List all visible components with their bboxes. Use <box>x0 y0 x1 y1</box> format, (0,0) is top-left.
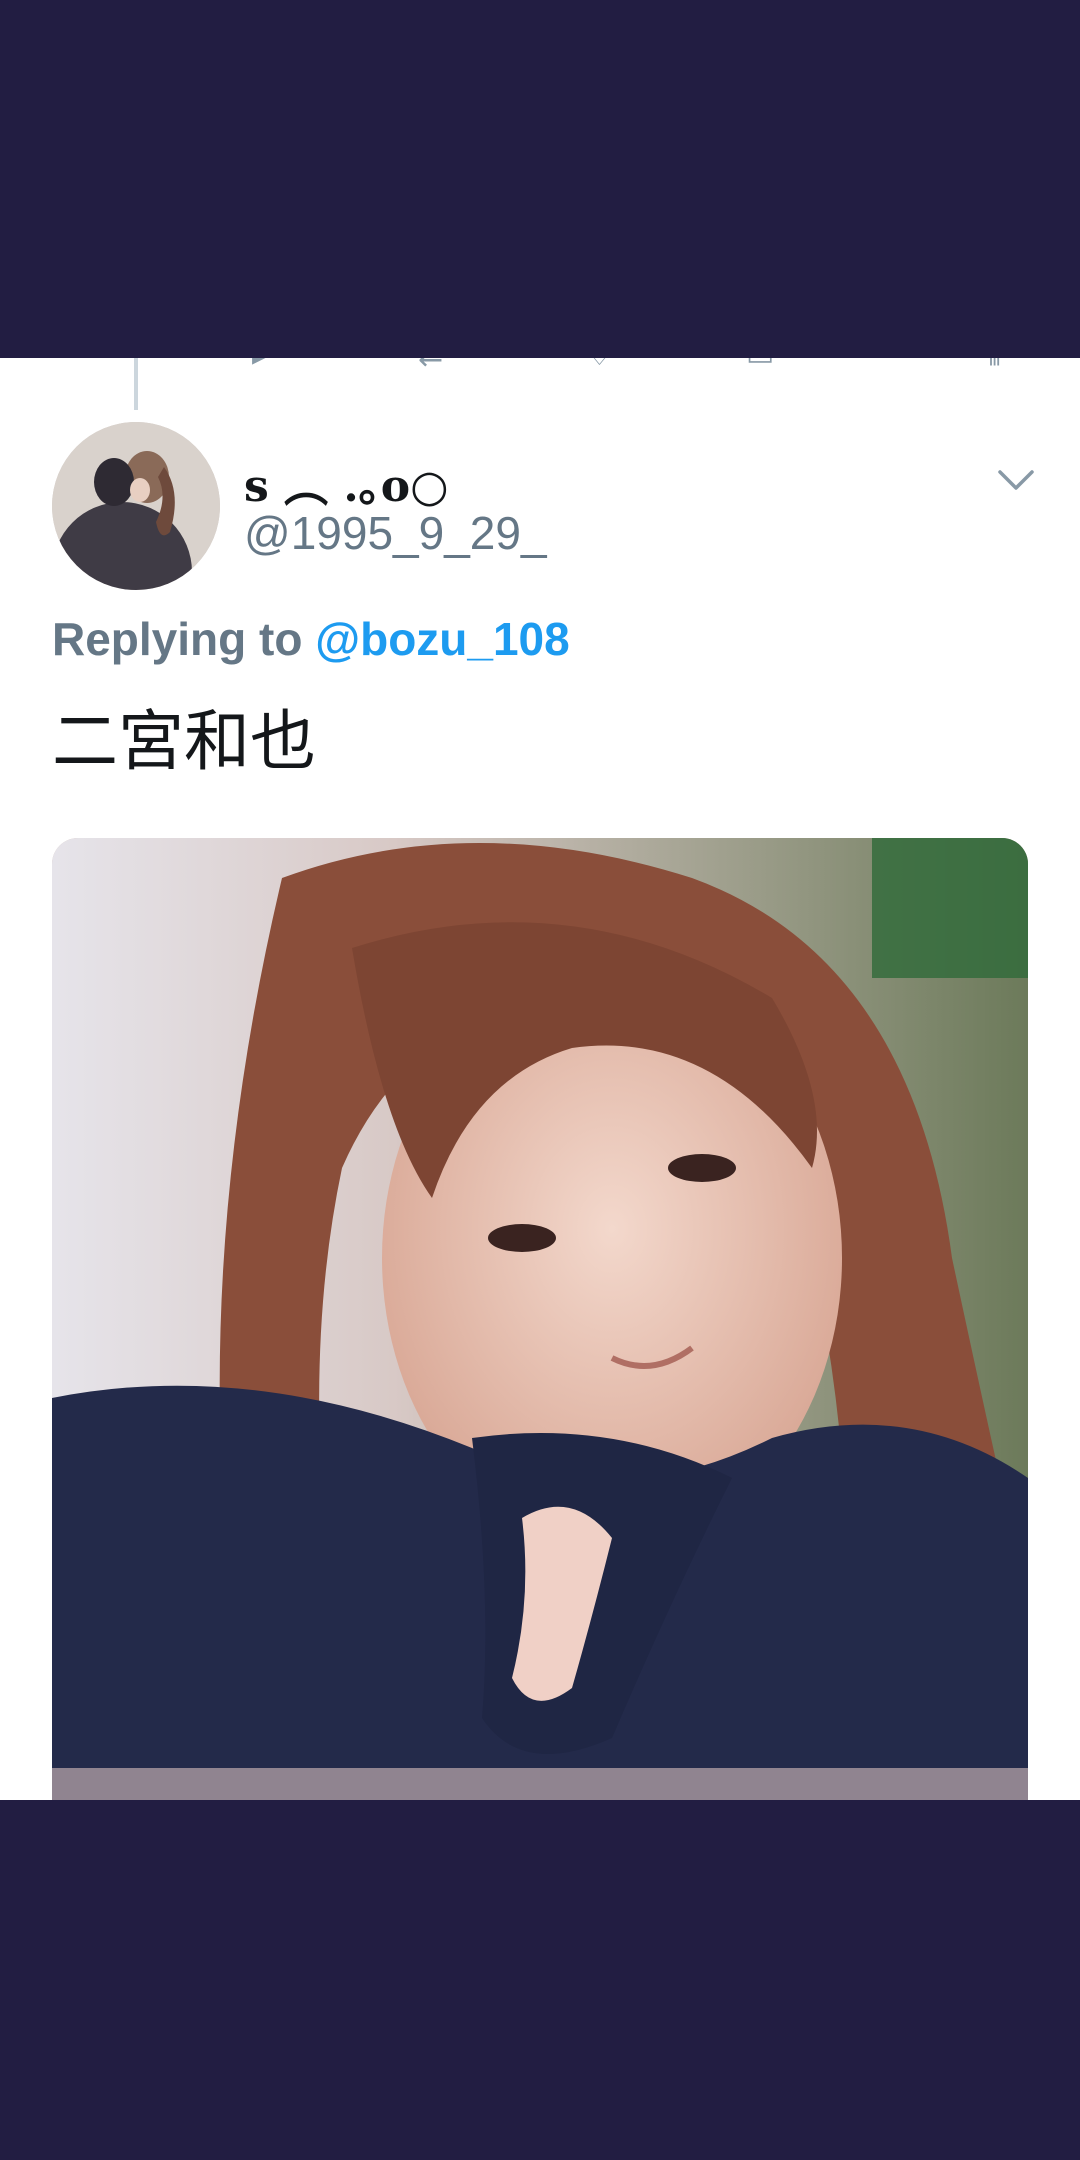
user-handle[interactable]: @1995_9_29_ <box>244 506 547 560</box>
like-icon[interactable]: ♡ <box>586 358 613 368</box>
tweet-card[interactable]: ▸ ⇄ ♡ ▭ ⦀ s ︵ .｡o○ @1995_9_29_ Replying … <box>0 358 1080 1800</box>
replying-to-line: Replying to @bozu_108 <box>52 612 570 666</box>
replying-to-link[interactable]: @bozu_108 <box>315 613 569 665</box>
retweet-icon[interactable]: ⇄ <box>418 358 443 368</box>
chevron-down-icon[interactable] <box>996 466 1036 494</box>
stats-icon[interactable]: ⦀ <box>988 358 1001 368</box>
previous-tweet-action-bar: ▸ ⇄ ♡ ▭ ⦀ <box>0 358 1080 374</box>
tweet-text: 二宮和也 <box>52 703 316 780</box>
reply-icon[interactable]: ▸ <box>252 358 267 368</box>
display-name[interactable]: s ︵ .｡o○ <box>244 450 448 514</box>
avatar-image <box>52 422 220 590</box>
photo <box>52 838 1028 1800</box>
avatar[interactable] <box>52 422 220 590</box>
tweet-media-image[interactable] <box>52 838 1028 1800</box>
share-icon[interactable]: ▭ <box>746 358 774 368</box>
replying-to-prefix: Replying to <box>52 613 303 665</box>
thread-connector-line <box>134 358 138 410</box>
